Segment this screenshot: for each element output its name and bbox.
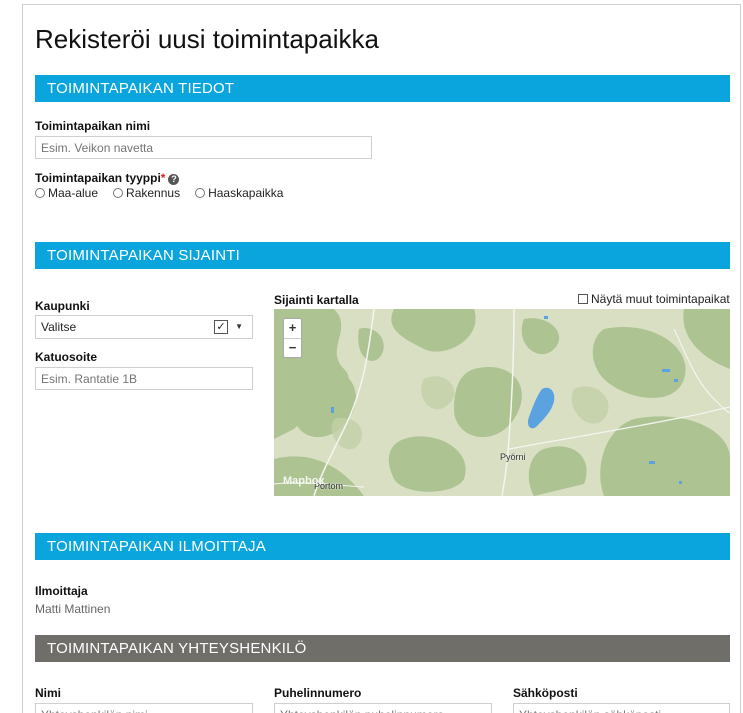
show-others-checkbox[interactable]: Näytä muut toimintapaikat [578, 292, 730, 306]
city-select[interactable]: Valitse ✓ ▼ [35, 315, 253, 339]
radio-label: Haaskapaikka [208, 186, 284, 200]
show-others-label: Näytä muut toimintapaikat [591, 292, 730, 306]
name-label: Toimintapaikan nimi [35, 119, 151, 133]
contact-phone-input[interactable] [274, 703, 492, 713]
type-label: Toimintapaikan tyyppi*? [35, 171, 180, 185]
radio-label: Rakennus [126, 186, 181, 200]
checkbox-icon[interactable] [578, 294, 588, 304]
type-radio-group: Maa-alue Rakennus Haaskapaikka [35, 186, 298, 200]
address-input[interactable] [35, 367, 253, 390]
map-place-label: Pyörni [500, 452, 526, 462]
radio-haaskapaikka[interactable]: Haaskapaikka [195, 186, 283, 200]
section-header-sijainti: TOIMINTAPAIKAN SIJAINTI [35, 242, 730, 269]
city-label: Kaupunki [35, 299, 90, 313]
zoom-out-button[interactable]: − [284, 338, 301, 357]
reporter-label: Ilmoittaja [35, 584, 88, 598]
contact-name-input[interactable] [35, 703, 253, 713]
radio-label: Maa-alue [48, 186, 99, 200]
help-icon[interactable]: ? [168, 174, 180, 185]
radio-maa-alue[interactable]: Maa-alue [35, 186, 98, 200]
name-input[interactable] [35, 136, 372, 159]
map-zoom-control: + − [283, 318, 302, 358]
radio-circle-icon[interactable] [35, 188, 45, 198]
reporter-value: Matti Mattinen [35, 602, 111, 616]
section-header-ilmoittaja: TOIMINTAPAIKAN ILMOITTAJA [35, 533, 730, 560]
contact-email-input[interactable] [513, 703, 730, 713]
radio-circle-icon[interactable] [195, 188, 206, 198]
chevron-down-icon[interactable]: ▼ [235, 316, 243, 338]
address-label: Katuosoite [35, 350, 98, 364]
zoom-in-button[interactable]: + [284, 319, 301, 338]
contact-phone-label: Puhelinnumero [274, 686, 362, 700]
radio-circle-icon[interactable] [113, 188, 124, 198]
city-select-value: Valitse [41, 320, 77, 334]
section-header-tiedot: TOIMINTAPAIKAN TIEDOT [35, 75, 730, 102]
location-map[interactable]: Pyörni Portom Mapbox + − [274, 309, 730, 496]
contact-email-label: Sähköposti [513, 686, 578, 700]
mapbox-logo: Mapbox [283, 475, 325, 487]
map-tiles [274, 309, 730, 496]
section-header-yhteyshenkilo: TOIMINTAPAIKAN YHTEYSHENKILÖ [35, 635, 730, 662]
map-label: Sijainti kartalla [274, 293, 359, 307]
checkmark-icon: ✓ [214, 320, 228, 334]
page-title: Rekisteröi uusi toimintapaikka [35, 24, 379, 54]
type-label-text: Toimintapaikan tyyppi [35, 171, 161, 185]
radio-rakennus[interactable]: Rakennus [113, 186, 180, 200]
required-mark: * [160, 171, 166, 185]
contact-name-label: Nimi [35, 686, 62, 700]
